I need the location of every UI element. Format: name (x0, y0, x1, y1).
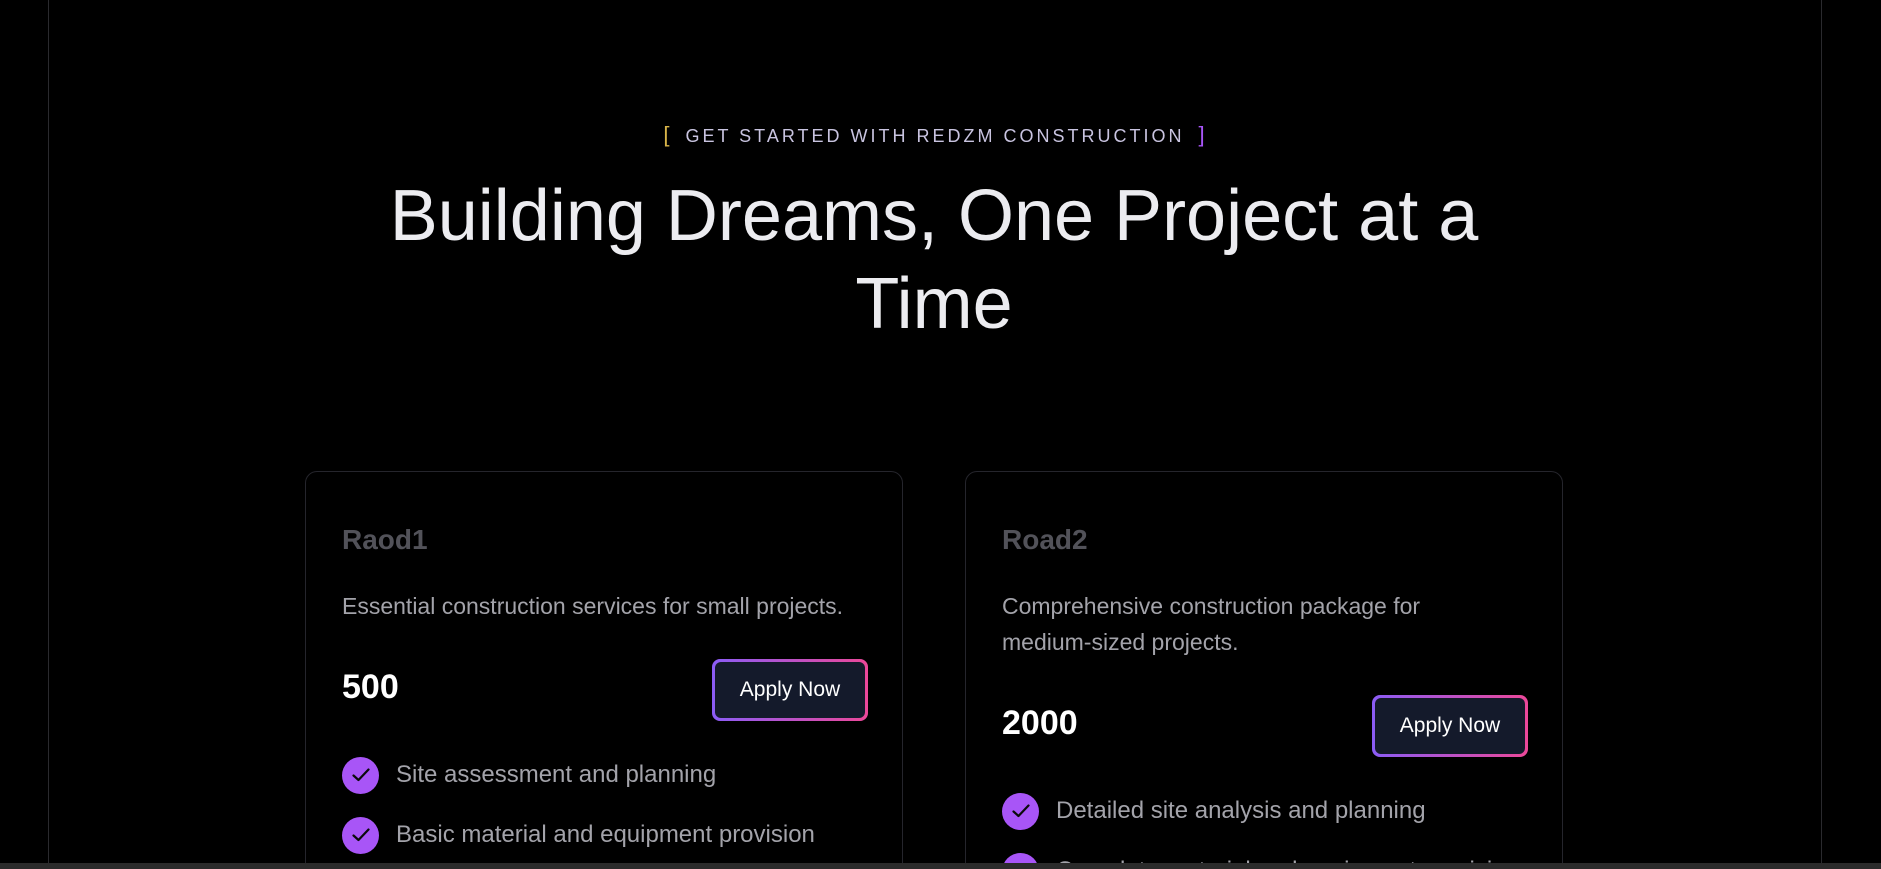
apply-now-button[interactable]: Apply Now (712, 659, 868, 721)
plan-name: Raod1 (342, 524, 428, 555)
feature-text: Basic material and equipment provision (396, 821, 815, 848)
pricing-card-road2: Road2 Comprehensive construction package… (965, 471, 1563, 869)
check-icon (1002, 792, 1039, 830)
bracket-right: ] (1198, 122, 1205, 147)
feature-list: Detailed site analysis and planning Comp… (1002, 792, 1519, 869)
feature-item: Site assessment and planning (342, 756, 815, 794)
check-icon (342, 816, 379, 854)
feature-text: Detailed site analysis and planning (1056, 797, 1426, 824)
bracket-left: [ (663, 122, 670, 147)
feature-item: Detailed site analysis and planning (1002, 792, 1519, 830)
apply-now-label: Apply Now (1375, 698, 1525, 754)
plan-name: Road2 (1002, 524, 1088, 555)
plan-price: 500 (342, 668, 399, 706)
pricing-card-raod1: Raod1 Essential construction services fo… (305, 471, 903, 869)
plan-description: Comprehensive construction package for m… (1002, 593, 1421, 655)
page-title: Building Dreams, One Project at a Time (389, 176, 1479, 344)
bottom-edge-strip (0, 863, 1881, 869)
apply-now-button[interactable]: Apply Now (1372, 695, 1528, 757)
section-eyebrow: [ GET STARTED WITH REDZM CONSTRUCTION] (0, 122, 1868, 148)
plan-price: 2000 (1002, 704, 1078, 742)
feature-list: Site assessment and planning Basic mater… (342, 756, 815, 869)
apply-now-label: Apply Now (715, 662, 865, 718)
page: [ GET STARTED WITH REDZM CONSTRUCTION] Bu… (0, 0, 1881, 869)
feature-item: Basic material and equipment provision (342, 816, 815, 854)
feature-text: Site assessment and planning (396, 761, 717, 788)
check-icon (342, 756, 379, 794)
eyebrow-text: GET STARTED WITH REDZM CONSTRUCTION (685, 126, 1185, 146)
plan-description: Essential construction services for smal… (342, 593, 844, 619)
